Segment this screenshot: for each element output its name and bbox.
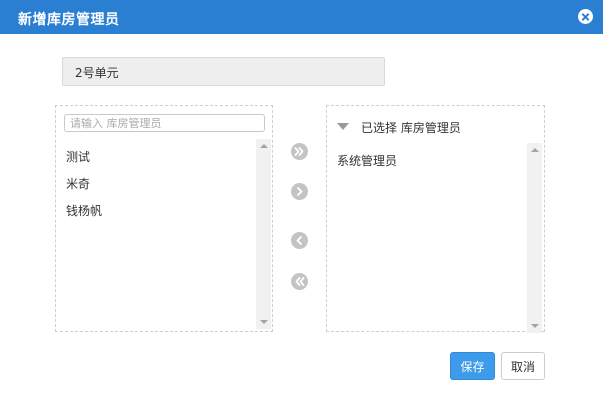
selected-header-label: 已选择 库房管理员 [361, 121, 461, 135]
unit-field: 2号单元 [62, 57, 385, 86]
move-all-right-button[interactable] [291, 143, 308, 160]
scroll-down-icon[interactable] [260, 320, 268, 324]
chevron-right-icon [297, 187, 303, 196]
move-left-button[interactable] [291, 232, 308, 249]
dialog-title: 新增库房管理员 [18, 12, 120, 28]
move-right-button[interactable] [291, 183, 308, 200]
list-item[interactable]: 钱杨帆 [66, 202, 102, 220]
available-list: 测试 米奇 钱杨帆 [56, 139, 272, 329]
move-all-left-button[interactable] [291, 273, 308, 290]
double-chevron-right-icon [294, 147, 304, 156]
scrollbar[interactable] [527, 143, 542, 333]
close-icon[interactable] [578, 9, 593, 24]
list-item[interactable]: 测试 [66, 148, 90, 166]
chevron-left-icon [296, 236, 302, 245]
search-input[interactable] [64, 114, 265, 132]
list-item[interactable]: 米奇 [66, 175, 90, 193]
scroll-up-icon[interactable] [260, 144, 268, 148]
selected-list-panel: 已选择 库房管理员 系统管理员 [326, 105, 545, 333]
double-chevron-left-icon [295, 277, 305, 286]
scrollbar[interactable] [256, 139, 271, 329]
save-button[interactable]: 保存 [450, 352, 495, 380]
scroll-up-icon[interactable] [531, 148, 539, 152]
list-item[interactable]: 系统管理员 [337, 152, 397, 170]
scroll-down-icon[interactable] [531, 324, 539, 328]
collapse-triangle-icon[interactable] [337, 123, 349, 130]
cancel-button[interactable]: 取消 [501, 352, 545, 380]
available-list-panel: 测试 米奇 钱杨帆 [55, 105, 273, 332]
selected-list: 系统管理员 [327, 143, 543, 333]
dialog-titlebar: 新增库房管理员 [0, 0, 603, 34]
